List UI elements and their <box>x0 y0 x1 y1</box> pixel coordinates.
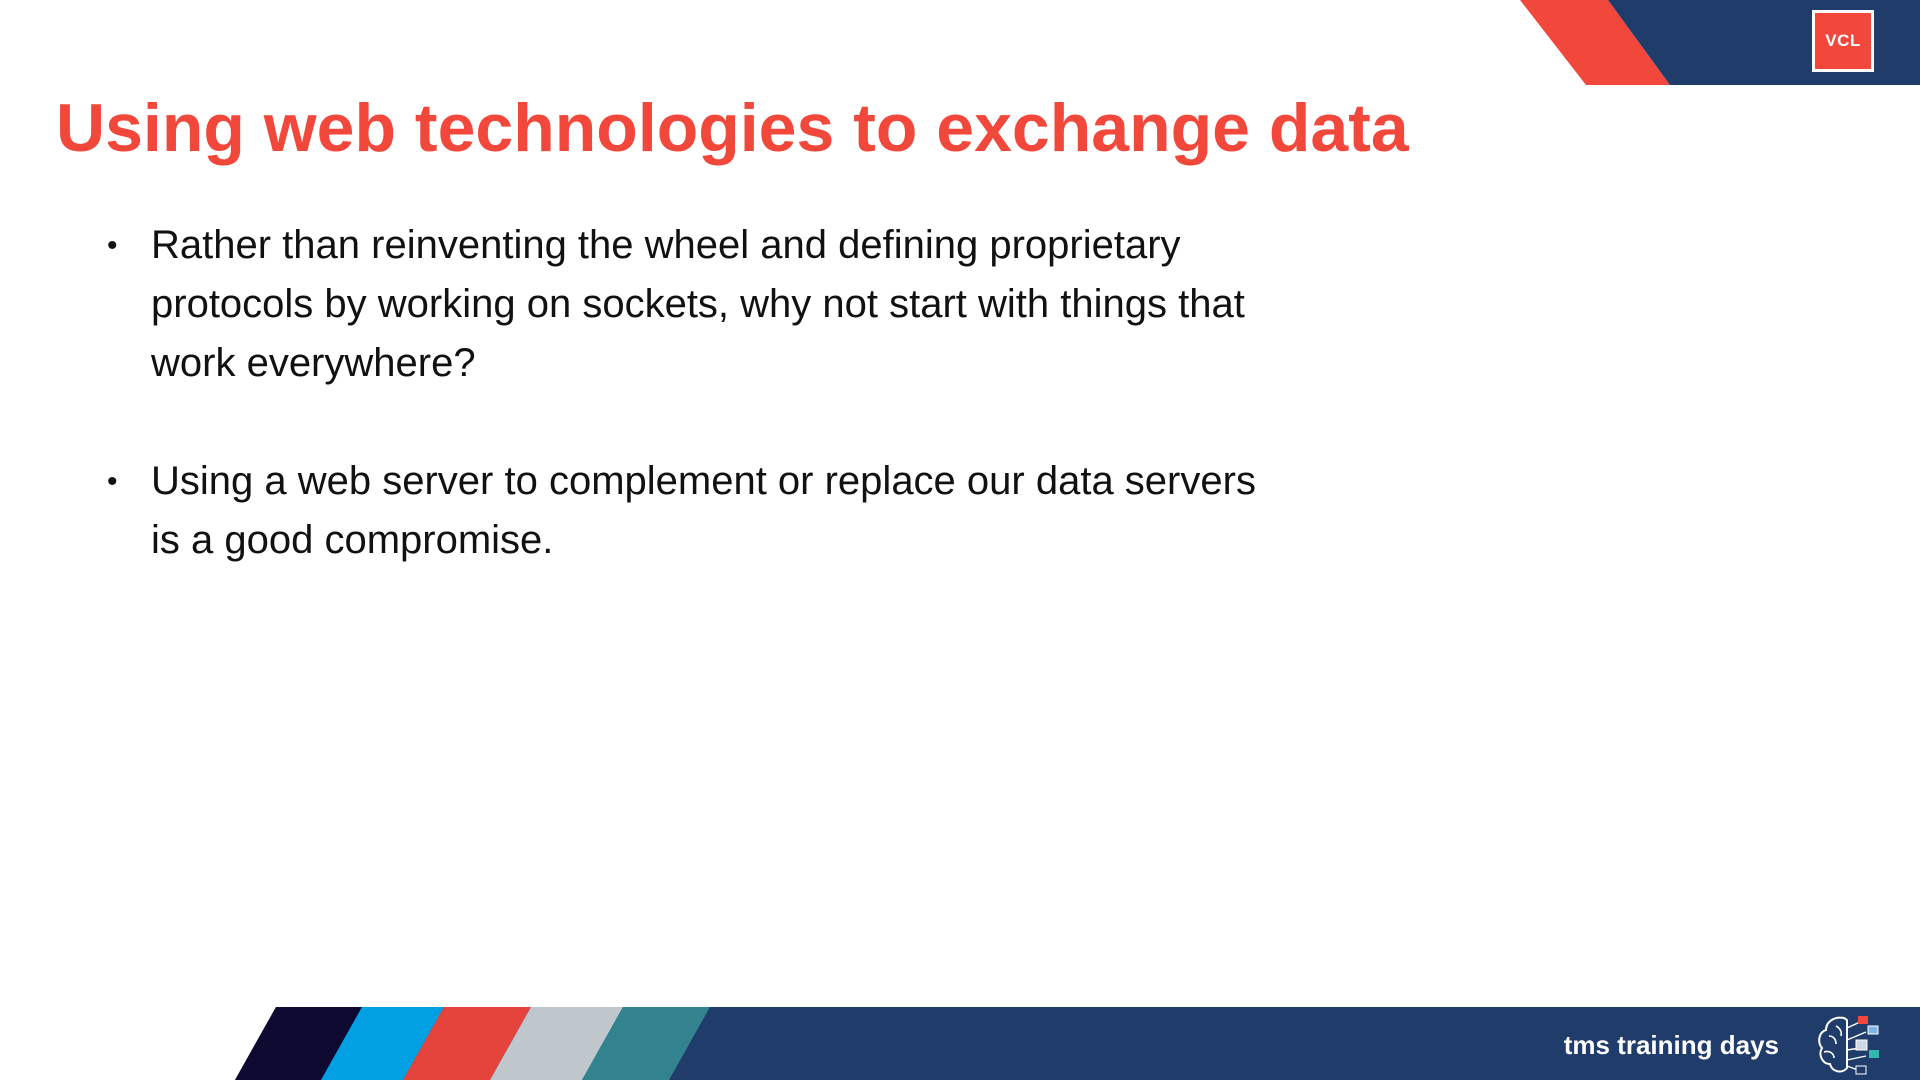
slide: VCL Using web technologies to exchange d… <box>0 0 1920 1080</box>
slide-title: Using web technologies to exchange data <box>56 90 1409 166</box>
bullet-item: • Using a web server to complement or re… <box>100 452 1260 570</box>
bullet-dot-icon: • <box>107 229 118 262</box>
brain-network-icon <box>1818 1016 1879 1075</box>
footer-brand-text: tms training days <box>1563 1030 1779 1060</box>
bullet-text: Using a web server to complement or repl… <box>151 459 1256 562</box>
bullet-list: • Rather than reinventing the wheel and … <box>100 216 1260 629</box>
bullet-text: Rather than reinventing the wheel and de… <box>151 223 1245 385</box>
bullet-dot-icon: • <box>107 465 118 498</box>
bullet-item: • Rather than reinventing the wheel and … <box>100 216 1260 393</box>
vcl-badge: VCL <box>1812 10 1874 72</box>
